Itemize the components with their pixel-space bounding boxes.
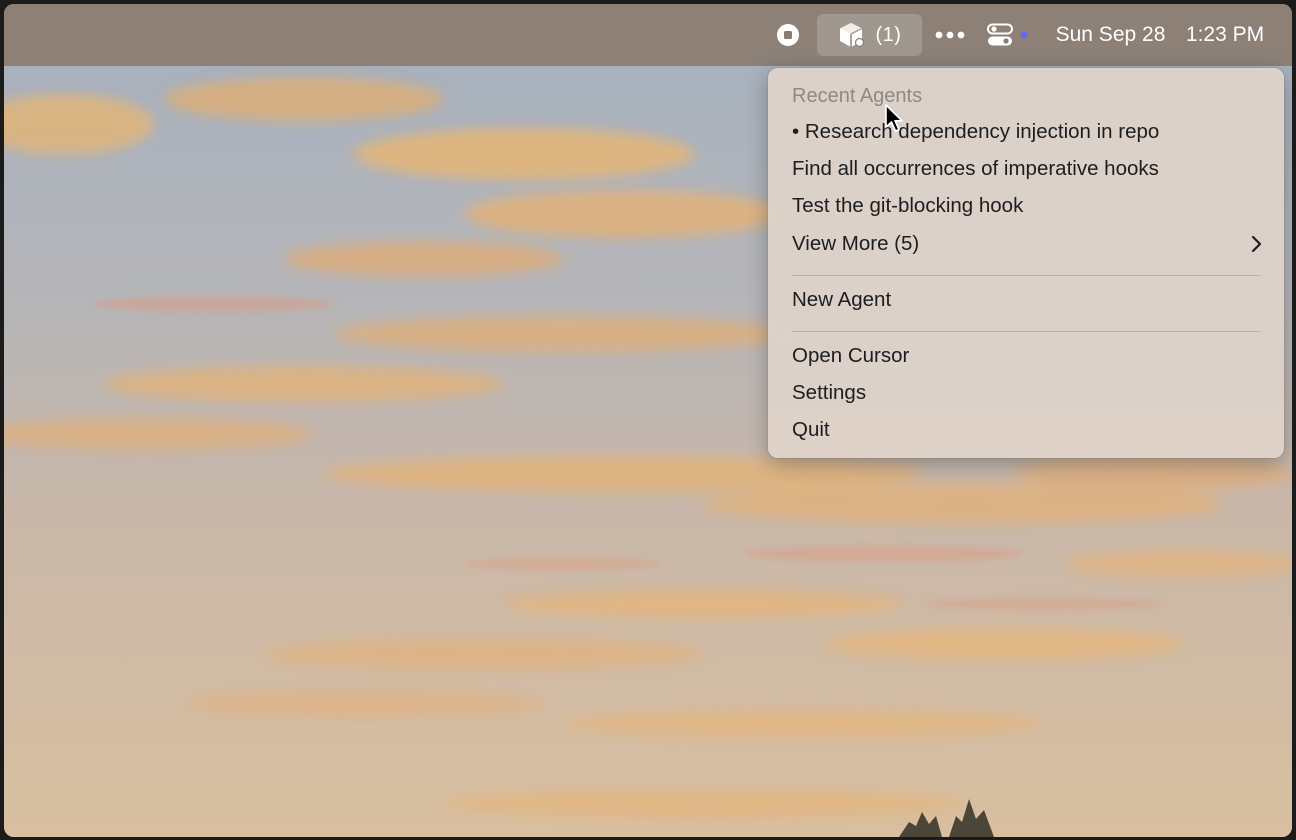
new-agent-item[interactable]: New Agent [792,284,1262,316]
open-cursor-item[interactable]: Open Cursor [792,340,1262,372]
settings-item[interactable]: Settings [792,377,1262,409]
menu-bar: (1) Sun Sep 28 1:23 PM [4,4,1292,66]
desktop-screen: (1) Sun Sep 28 1:23 PM Recent Agents • R… [4,4,1292,837]
menubar-date[interactable]: Sun Sep 28 [1048,4,1173,66]
recent-agent-item[interactable]: Find all occurrences of imperative hooks [792,153,1262,185]
menu-separator [792,331,1260,332]
recent-agent-item[interactable]: • Research dependency injection in repo [792,116,1262,148]
agent-cube-icon [839,23,864,48]
control-center-icon [987,23,1013,46]
menubar-time[interactable]: 1:23 PM [1180,4,1270,66]
view-more-label: View More (5) [792,232,920,255]
control-center-button[interactable] [986,4,1030,66]
agents-dropdown-menu: Recent Agents • Research dependency inje… [768,68,1284,458]
status-dot-icon [1020,31,1028,39]
view-more-item[interactable]: View More (5) [792,228,1262,260]
recent-agent-item[interactable]: Test the git-blocking hook [792,190,1262,222]
quit-item[interactable]: Quit [792,414,1262,446]
stop-icon [777,24,799,46]
stop-button[interactable] [774,4,802,66]
mouse-pointer-icon [885,104,903,132]
chevron-right-icon [1250,228,1262,260]
more-button[interactable] [932,4,968,66]
more-dots-icon [935,31,965,39]
menu-separator [792,275,1260,276]
agents-menu-button[interactable]: (1) [817,14,922,56]
agents-count: (1) [875,23,902,46]
